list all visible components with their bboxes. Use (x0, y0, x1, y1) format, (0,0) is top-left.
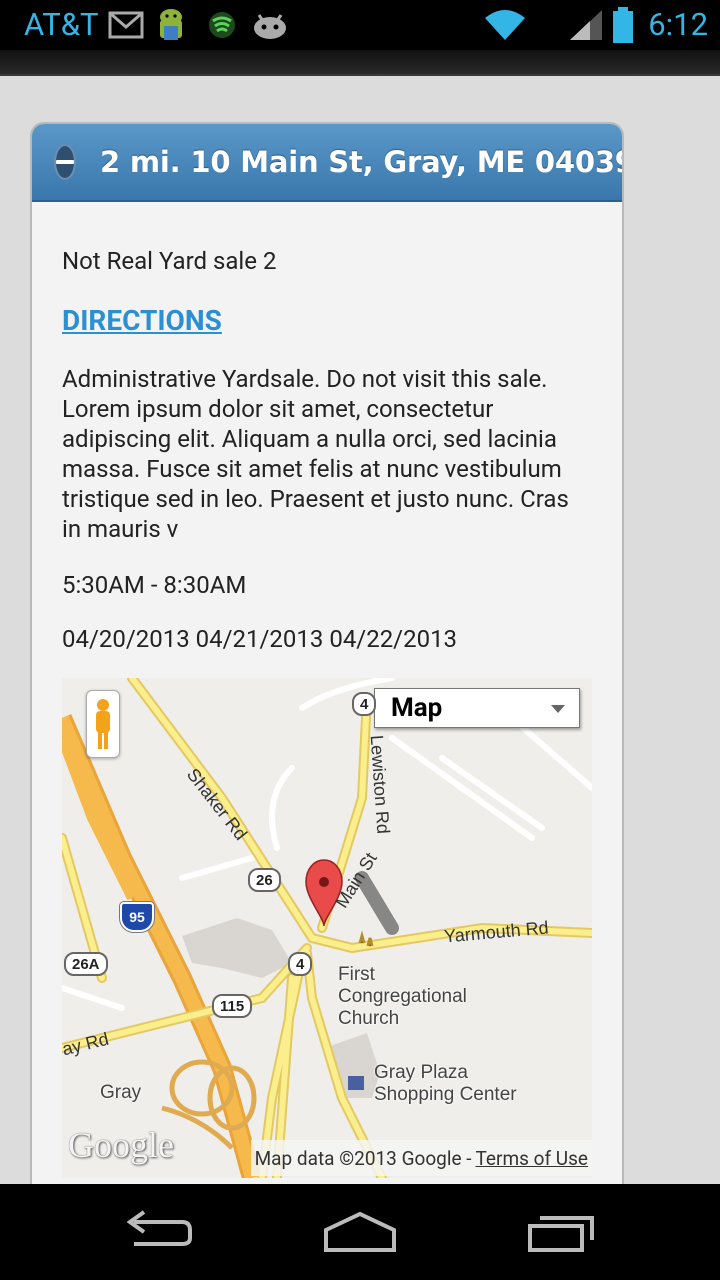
sale-address-title: 2 mi. 10 Main St, Gray, ME 04039 (100, 145, 624, 179)
sale-dates: 04/20/2013 04/21/2013 04/22/2013 (62, 625, 458, 653)
sale-card: 2 mi. 10 Main St, Gray, ME 04039 Not Rea… (30, 122, 624, 1184)
carrier-label: AT&T (24, 6, 99, 43)
map-data-text: Map data ©2013 Google - (254, 1146, 472, 1170)
navigation-bar (0, 1184, 720, 1280)
recent-apps-icon[interactable] (526, 1208, 598, 1256)
route-shield-4: 4 (288, 952, 313, 976)
place-church-3: Church (338, 1008, 400, 1029)
back-icon[interactable] (124, 1208, 196, 1256)
cell-signal-icon (570, 10, 602, 40)
battery-icon (613, 7, 633, 43)
signal-app-icon (209, 12, 235, 38)
map-type-select[interactable]: Map (374, 688, 580, 728)
map-type-label: Map (391, 693, 443, 723)
gmail-icon (108, 11, 144, 39)
wifi-icon (485, 10, 525, 40)
map-attribution: Map data ©2013 Google - Terms of Use (250, 1140, 592, 1176)
content-area[interactable]: 2 mi. 10 Main St, Gray, ME 04039 Not Rea… (0, 76, 720, 1184)
card-header[interactable]: 2 mi. 10 Main St, Gray, ME 04039 (32, 124, 622, 202)
place-town-gray: Gray (100, 1082, 142, 1103)
map-view[interactable]: Map Shaker Rd Lewiston Rd Main St Yarmou… (62, 678, 592, 1178)
home-icon[interactable] (322, 1208, 398, 1256)
place-plaza-2: Shopping Center (374, 1084, 517, 1105)
chevron-down-icon (551, 705, 565, 713)
place-plaza-1: Gray Plaza (374, 1062, 468, 1083)
route-shield-26a: 26A (64, 952, 108, 976)
card-body: Not Real Yard sale 2 DIRECTIONS Administ… (32, 202, 622, 1178)
action-bar-strip (0, 50, 720, 76)
route-shield-26: 26 (248, 868, 281, 892)
place-church-2: Congregational (338, 986, 467, 1007)
android-icon (254, 14, 286, 39)
directions-link[interactable]: DIRECTIONS (62, 304, 222, 338)
status-bar: AT&T 6:12 (0, 0, 720, 50)
route-shield-4-top: 4 (352, 692, 377, 716)
route-shield-115: 115 (212, 994, 253, 1018)
sale-hours: 5:30AM - 8:30AM (62, 571, 247, 599)
collapse-icon[interactable] (54, 144, 76, 180)
clock: 6:12 (648, 6, 708, 43)
sale-description: Administrative Yardsale. Do not visit th… (62, 365, 569, 543)
terms-of-use-link[interactable]: Terms of Use (476, 1147, 588, 1170)
street-view-pegman-icon[interactable] (86, 690, 120, 758)
interstate-shield-95: 95 (120, 902, 154, 932)
android-debug-icon (160, 9, 182, 40)
place-church-1: First (338, 964, 375, 985)
google-logo: Google (68, 1125, 174, 1165)
sale-name: Not Real Yard sale 2 (62, 247, 277, 275)
